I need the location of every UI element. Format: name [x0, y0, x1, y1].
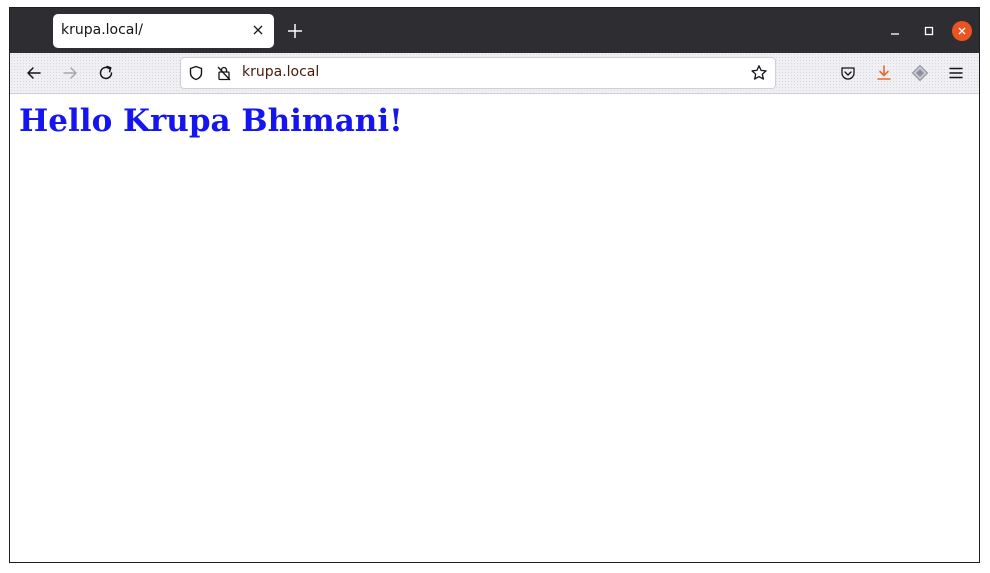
hamburger-menu-icon[interactable] — [946, 63, 966, 83]
star-icon[interactable] — [750, 64, 768, 82]
plus-icon[interactable] — [286, 22, 304, 40]
close-icon[interactable] — [250, 22, 266, 38]
page-content: Hello Krupa Bhimani! — [10, 94, 979, 562]
tab-title: krupa.local/ — [61, 22, 143, 38]
close-window-icon[interactable] — [952, 21, 972, 41]
arrow-left-icon[interactable] — [24, 63, 44, 83]
browser-window: krupa.local/ krupa.local Hello Krupa Bhi… — [9, 7, 980, 563]
minimize-icon[interactable] — [885, 21, 905, 41]
pocket-icon[interactable] — [838, 63, 858, 83]
extension-icon[interactable] — [910, 63, 930, 83]
url-text[interactable]: krupa.local — [242, 64, 319, 80]
maximize-icon[interactable] — [919, 21, 939, 41]
tab-active[interactable]: krupa.local/ — [53, 14, 274, 48]
shield-icon[interactable] — [188, 65, 204, 81]
page-heading: Hello Krupa Bhimani! — [19, 103, 403, 139]
download-icon[interactable] — [874, 63, 894, 83]
lock-icon[interactable] — [216, 65, 232, 81]
reload-icon[interactable] — [96, 63, 116, 83]
navigation-toolbar: krupa.local — [10, 53, 979, 94]
tab-bar: krupa.local/ — [10, 8, 979, 53]
arrow-right-icon[interactable] — [60, 63, 80, 83]
address-bar[interactable]: krupa.local — [180, 57, 776, 89]
